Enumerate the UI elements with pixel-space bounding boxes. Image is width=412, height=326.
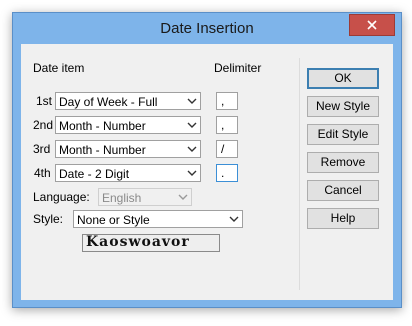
date-item-select-4-value: Date - 2 Digit [59, 167, 130, 181]
chevron-down-icon [187, 122, 197, 128]
chevron-down-icon [187, 146, 197, 152]
delimiter-input-2[interactable]: , [216, 116, 238, 134]
dialog-body: Date item Delimiter 1st Day of Week - Fu… [21, 44, 393, 300]
chevron-down-icon [187, 170, 197, 176]
language-label: Language: [33, 190, 90, 204]
ok-button[interactable]: OK [307, 68, 379, 89]
date-item-select-3-value: Month - Number [59, 143, 146, 157]
delimiter-input-4[interactable]: . [216, 164, 238, 182]
close-icon [367, 20, 377, 30]
date-item-select-1-value: Day of Week - Full [59, 95, 158, 109]
chevron-down-icon [229, 216, 239, 222]
date-item-label: Date item [33, 61, 85, 75]
date-item-select-4[interactable]: Date - 2 Digit [55, 164, 201, 182]
vertical-divider [299, 58, 300, 290]
date-item-select-2-value: Month - Number [59, 119, 146, 133]
language-select[interactable]: English [98, 188, 192, 206]
window-title: Date Insertion [160, 20, 254, 37]
remove-button[interactable]: Remove [307, 152, 379, 173]
help-button[interactable]: Help [307, 208, 379, 229]
delimiter-label: Delimiter [214, 61, 262, 75]
ordinal-label-4th: 4th [34, 166, 51, 180]
style-label: Style: [33, 212, 64, 226]
cancel-button[interactable]: Cancel [307, 180, 379, 201]
close-button[interactable] [349, 14, 395, 36]
date-insertion-dialog: Date Insertion Date item Delimiter 1st D… [12, 12, 402, 308]
new-style-button[interactable]: New Style [307, 96, 379, 117]
chevron-down-icon [178, 194, 188, 200]
date-item-select-2[interactable]: Month - Number [55, 116, 201, 134]
style-select-value: None or Style [77, 213, 150, 227]
style-preview-text: Kaoswoavor [86, 234, 190, 250]
delimiter-input-3[interactable]: / [216, 140, 238, 158]
edit-style-button[interactable]: Edit Style [307, 124, 379, 145]
style-select[interactable]: None or Style [73, 210, 243, 228]
ordinal-label-1st: 1st [36, 94, 53, 108]
title-bar[interactable]: Date Insertion [13, 13, 401, 44]
style-preview: Kaoswoavor [82, 234, 220, 252]
ordinal-label-2nd: 2nd [33, 118, 54, 132]
date-item-select-1[interactable]: Day of Week - Full [55, 92, 201, 110]
chevron-down-icon [187, 98, 197, 104]
delimiter-input-1[interactable]: , [216, 92, 238, 110]
language-select-value: English [102, 191, 142, 205]
date-item-select-3[interactable]: Month - Number [55, 140, 201, 158]
ordinal-label-3rd: 3rd [33, 142, 51, 156]
